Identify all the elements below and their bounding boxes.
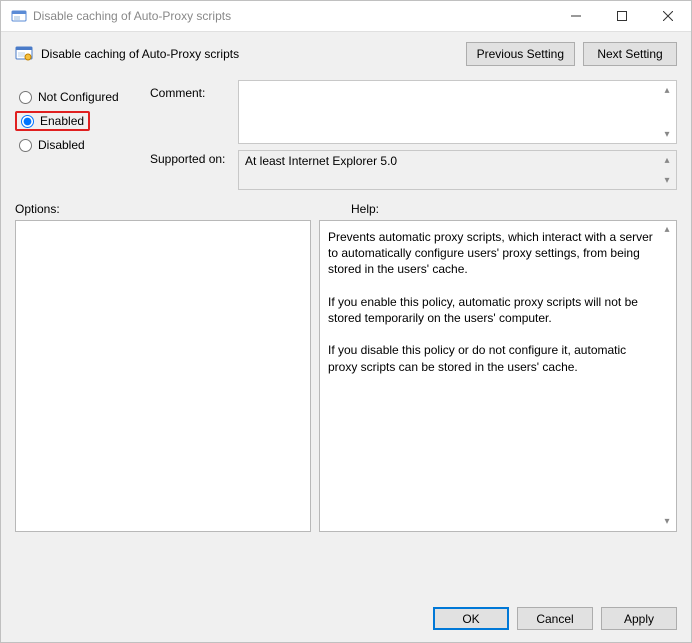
maximize-button[interactable] <box>599 1 645 31</box>
ok-button[interactable]: OK <box>433 607 509 630</box>
header-row: Disable caching of Auto-Proxy scripts Pr… <box>1 32 691 72</box>
radio-disabled-label: Disabled <box>38 138 85 152</box>
previous-setting-button[interactable]: Previous Setting <box>466 42 575 66</box>
radio-disabled-input[interactable] <box>19 139 32 152</box>
next-setting-button[interactable]: Next Setting <box>583 42 677 66</box>
dialog-window: Disable caching of Auto-Proxy scripts <box>0 0 692 643</box>
policy-icon <box>15 45 33 63</box>
policy-title: Disable caching of Auto-Proxy scripts <box>41 47 239 61</box>
supported-on-field: At least Internet Explorer 5.0 ▴ ▾ <box>238 150 677 190</box>
cancel-button[interactable]: Cancel <box>517 607 593 630</box>
comment-field[interactable]: ▴ ▾ <box>238 80 677 144</box>
chevron-down-icon[interactable]: ▾ <box>660 515 674 529</box>
app-icon <box>11 8 27 24</box>
chevron-down-icon[interactable]: ▾ <box>660 173 674 187</box>
options-label: Options: <box>15 202 351 216</box>
minimize-button[interactable] <box>553 1 599 31</box>
radio-enabled-input[interactable] <box>21 115 34 128</box>
state-radio-group: Not Configured Enabled Disabled <box>15 78 140 190</box>
radio-not-configured[interactable]: Not Configured <box>15 84 140 110</box>
chevron-up-icon[interactable]: ▴ <box>660 223 674 237</box>
help-pane: Prevents automatic proxy scripts, which … <box>319 220 677 532</box>
close-button[interactable] <box>645 1 691 31</box>
window-title: Disable caching of Auto-Proxy scripts <box>33 9 231 23</box>
supported-on-value: At least Internet Explorer 5.0 <box>245 154 397 168</box>
dialog-footer: OK Cancel Apply <box>1 595 691 642</box>
radio-disabled[interactable]: Disabled <box>15 132 140 158</box>
radio-enabled[interactable]: Enabled <box>17 114 84 128</box>
enabled-highlight-box: Enabled <box>15 111 90 131</box>
radio-not-configured-input[interactable] <box>19 91 32 104</box>
radio-enabled-label: Enabled <box>40 114 84 128</box>
chevron-up-icon[interactable]: ▴ <box>660 153 674 167</box>
titlebar: Disable caching of Auto-Proxy scripts <box>1 1 691 32</box>
chevron-up-icon[interactable]: ▴ <box>660 83 674 97</box>
comment-label: Comment: <box>150 84 228 146</box>
options-pane <box>15 220 311 532</box>
chevron-down-icon[interactable]: ▾ <box>660 127 674 141</box>
help-label: Help: <box>351 202 677 216</box>
apply-button[interactable]: Apply <box>601 607 677 630</box>
radio-not-configured-label: Not Configured <box>38 90 119 104</box>
supported-on-label: Supported on: <box>150 146 228 166</box>
help-text: Prevents automatic proxy scripts, which … <box>328 230 656 374</box>
